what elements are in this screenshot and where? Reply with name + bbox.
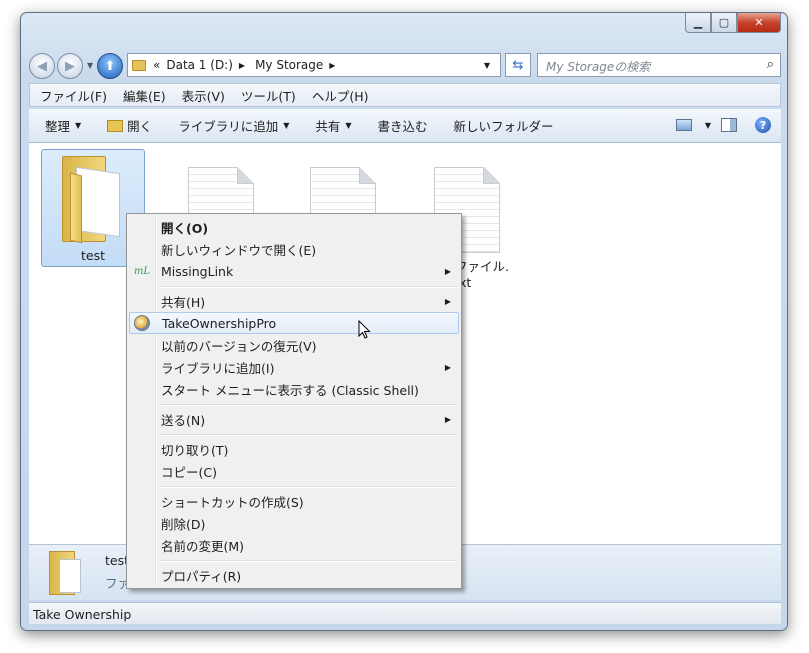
ctx-add-to-library[interactable]: ライブラリに追加(I) ▶ [129,356,459,378]
organize-button[interactable]: 整理 ▼ [45,116,81,135]
search-icon[interactable]: ⌕ [767,57,774,72]
new-folder-button[interactable]: 新しいフォルダー [454,116,554,135]
folder-icon [132,59,146,71]
menu-file[interactable]: ファイル(F) [40,86,107,105]
missinglink-icon: mL [133,265,151,277]
ctx-label: 送る(N) [161,412,206,428]
open-button[interactable]: 開く [107,116,152,135]
folder-icon [58,156,128,244]
command-bar: 整理 ▼ 開く ライブラリに追加 ▼ 共有 ▼ 書き込む 新しいフォルダー ▼ ? [29,109,781,143]
menu-tools[interactable]: ツール(T) [241,86,296,105]
ctx-label: MissingLink [161,263,234,279]
ctx-label: 切り取り(T) [161,442,229,458]
ctx-create-shortcut[interactable]: ショートカットの作成(S) [129,490,459,512]
dropdown-arrow-icon: ▼ [75,121,82,130]
ctx-missinglink[interactable]: mL MissingLink ▶ [129,260,459,282]
up-button[interactable]: ⬆ [97,53,123,79]
ctx-separator [159,434,457,436]
change-view-icon[interactable] [675,119,692,131]
ctx-pin-start-menu[interactable]: スタート メニューに表示する (Classic Shell) [129,378,459,400]
ctx-label: 名前の変更(M) [161,538,245,554]
menu-view[interactable]: 表示(V) [182,86,225,105]
ctx-takeownershippro[interactable]: TakeOwnershipPro [129,312,459,334]
menu-bar: ファイル(F) 編集(E) 表示(V) ツール(T) ヘルプ(H) [29,83,781,107]
ctx-send-to[interactable]: 送る(N) ▶ [129,408,459,430]
search-input[interactable]: My Storageの検索 ⌕ [537,53,781,77]
ctx-cut[interactable]: 切り取り(T) [129,438,459,460]
ctx-separator [159,404,457,406]
ctx-open-new-window[interactable]: 新しいウィンドウで開く(E) [129,238,459,260]
search-placeholder: My Storageの検索 [546,60,651,74]
ctx-copy[interactable]: コピー(C) [129,460,459,482]
ctx-label: TakeOwnershipPro [162,315,277,331]
folder-icon [49,551,85,595]
breadcrumb-data1[interactable]: Data 1 (D:) [166,58,233,72]
open-label: 開く [127,119,153,134]
preview-pane-icon[interactable] [721,118,737,132]
ctx-separator [159,486,457,488]
back-button[interactable]: ◀ [29,53,55,79]
submenu-arrow-icon: ▶ [444,266,451,276]
ctx-properties[interactable]: プロパティ(R) [129,564,459,586]
caption-buttons: ▁ ▢ ✕ [685,13,781,33]
ctx-label: ショートカットの作成(S) [161,494,304,510]
open-folder-icon [107,119,124,132]
submenu-arrow-icon: ▶ [444,414,451,424]
ctx-separator [159,560,457,562]
burn-button[interactable]: 書き込む [378,116,428,135]
burn-label: 書き込む [377,119,428,134]
ctx-label: コピー(C) [161,464,217,480]
navigation-bar: ◀ ▶ ▼ ⬆ « Data 1 (D:) ▶ My Storage ▶ ▼ ⇆… [29,51,781,79]
dropdown-arrow-icon: ▼ [345,121,352,130]
refresh-icon: ⇆ [512,57,524,73]
ctx-label: スタート メニューに表示する (Classic Shell) [161,382,419,398]
ctx-label: 削除(D) [161,516,206,532]
view-controls: ▼ ? [675,117,771,133]
context-menu: 開く(O) 新しいウィンドウで開く(E) mL MissingLink ▶ 共有… [126,213,462,589]
chevron-right-icon[interactable]: ▶ [329,61,335,70]
forward-button[interactable]: ▶ [57,53,83,79]
ctx-label: 以前のバージョンの復元(V) [161,338,317,354]
share-button[interactable]: 共有 ▼ [315,116,351,135]
status-bar: Take Ownership [29,602,781,624]
ctx-label: 共有(H) [161,294,206,310]
ctx-label: ライブラリに追加(I) [161,360,275,376]
ctx-open[interactable]: 開く(O) [129,216,459,238]
add-to-library-button[interactable]: ライブラリに追加 ▼ [178,116,289,135]
close-button[interactable]: ✕ [737,13,781,33]
share-label: 共有 [315,119,341,134]
back-arrow-icon: ◀ [37,58,47,74]
help-icon[interactable]: ? [755,117,771,133]
recent-pages-dropdown[interactable]: ▼ [87,61,93,70]
ctx-label: 開く(O) [161,220,209,236]
menu-edit[interactable]: 編集(E) [123,86,166,105]
ctx-share[interactable]: 共有(H) ▶ [129,290,459,312]
add-to-library-label: ライブラリに追加 [178,119,279,134]
submenu-arrow-icon: ▶ [444,362,451,372]
ctx-delete[interactable]: 削除(D) [129,512,459,534]
menu-help[interactable]: ヘルプ(H) [312,86,369,105]
breadcrumb-my-storage[interactable]: My Storage [255,58,323,72]
minimize-button[interactable]: ▁ [685,13,711,33]
address-dropdown-icon[interactable]: ▼ [484,61,490,70]
ctx-separator [159,286,457,288]
ctx-label: プロパティ(R) [161,568,242,584]
ctx-rename[interactable]: 名前の変更(M) [129,534,459,556]
up-arrow-icon: ⬆ [104,58,116,74]
take-ownership-icon [134,315,150,331]
organize-label: 整理 [45,119,71,134]
ctx-label: 新しいウィンドウで開く(E) [161,242,317,258]
address-overflow[interactable]: « [153,58,160,72]
ctx-restore-previous[interactable]: 以前のバージョンの復元(V) [129,334,459,356]
address-bar[interactable]: « Data 1 (D:) ▶ My Storage ▶ ▼ [127,53,501,77]
status-text: Take Ownership [33,607,132,622]
new-folder-label: 新しいフォルダー [453,119,554,134]
dropdown-arrow-icon: ▼ [283,121,290,130]
forward-arrow-icon: ▶ [65,58,75,74]
refresh-button[interactable]: ⇆ [505,53,531,77]
view-dropdown-icon[interactable]: ▼ [705,121,711,130]
maximize-button[interactable]: ▢ [711,13,737,33]
chevron-right-icon[interactable]: ▶ [239,61,245,70]
submenu-arrow-icon: ▶ [444,296,451,306]
